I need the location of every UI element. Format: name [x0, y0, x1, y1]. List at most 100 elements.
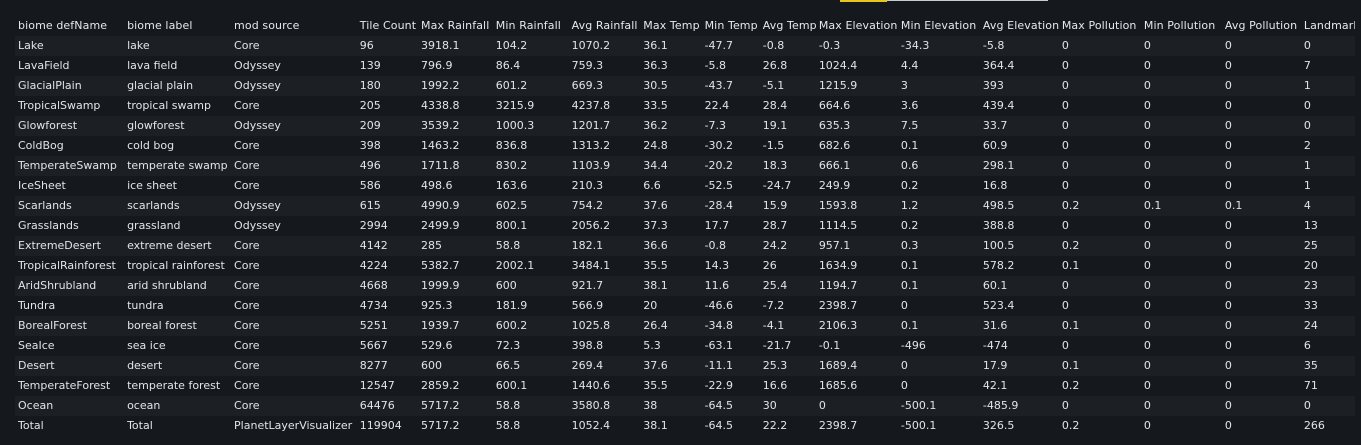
- column-header[interactable]: Landmark Count: [1301, 16, 1355, 36]
- table-cell: 0: [1303, 99, 1311, 112]
- table-cell: 25.3: [762, 359, 788, 372]
- table-cell: 0: [1143, 319, 1151, 332]
- table-cell: -474: [982, 339, 1008, 352]
- column-header[interactable]: Min Rainfall: [493, 16, 569, 36]
- table-cell: 24: [1303, 319, 1318, 332]
- table-cell: 664.6: [818, 99, 851, 112]
- column-header[interactable]: Min Pollution: [1141, 16, 1222, 36]
- table-cell: 1215.9: [818, 79, 858, 92]
- column-header[interactable]: biome label: [124, 16, 231, 36]
- table-cell: 1711.8: [421, 159, 460, 172]
- table-cell: ocean: [127, 399, 161, 412]
- table-cell: 0.1: [900, 139, 919, 152]
- table-cell: temperate swamp: [127, 159, 228, 172]
- table-cell: 298.1: [982, 159, 1015, 172]
- table-cell: scarlands: [127, 199, 180, 212]
- tab-underline: [887, 0, 1048, 1]
- table-cell: 2859.2: [421, 379, 460, 392]
- column-header[interactable]: Avg Temp: [760, 16, 816, 36]
- column-header[interactable]: Avg Pollution: [1222, 16, 1301, 36]
- table-cell: 2056.2: [571, 219, 611, 232]
- table-cell: 72.3: [495, 339, 521, 352]
- table-row: TemperateForest temperate forest Core 12547…: [15, 376, 1355, 396]
- table-cell: 1939.7: [421, 319, 460, 332]
- table-row: Lake lake Core 96 3918.1 104.2 1070.2 36.1 -47.7…: [15, 36, 1355, 56]
- column-header[interactable]: Max Pollution: [1059, 16, 1141, 36]
- table-cell: 269.4: [571, 359, 604, 372]
- table-cell: 615: [359, 199, 381, 212]
- table-cell: Desert: [18, 359, 55, 372]
- table-cell: 5.3: [643, 339, 661, 352]
- header-row: biome defName biome label mod source Til…: [15, 16, 1355, 36]
- table-cell: 0: [1143, 99, 1151, 112]
- table-cell: -7.2: [762, 299, 785, 312]
- column-header[interactable]: Min Elevation: [898, 16, 980, 36]
- table-cell: 0: [1224, 179, 1232, 192]
- table-cell: Core: [234, 399, 260, 412]
- table-cell: glowforest: [127, 119, 185, 132]
- table-cell: -63.1: [704, 339, 734, 352]
- table-cell: 0: [1224, 59, 1232, 72]
- table-cell: 181.9: [495, 299, 528, 312]
- table-cell: -24.7: [762, 179, 792, 192]
- table-cell: 35: [1303, 359, 1318, 372]
- table-cell: 0: [1143, 119, 1151, 132]
- table-cell: cold bog: [127, 139, 175, 152]
- column-header[interactable]: Max Rainfall: [418, 16, 493, 36]
- table-cell: 7: [1303, 59, 1311, 72]
- column-header[interactable]: Tile Count: [357, 16, 418, 36]
- table-row: Glowforest glowforest Odyssey 209 3539.2 1000…: [15, 116, 1355, 136]
- table-cell: Core: [234, 39, 260, 52]
- table-cell: 4734: [359, 299, 388, 312]
- table-cell: 0: [1303, 399, 1311, 412]
- column-header[interactable]: Max Elevation: [816, 16, 898, 36]
- table-cell: 17.9: [982, 359, 1008, 372]
- table-cell: 1000.3: [495, 119, 535, 132]
- table-cell: 19.1: [762, 119, 788, 132]
- table-cell: -47.7: [704, 39, 734, 52]
- table-cell: 0: [1143, 359, 1151, 372]
- table-cell: desert: [127, 359, 163, 372]
- table-cell: 1685.6: [818, 379, 858, 392]
- table-cell: grassland: [127, 219, 181, 232]
- table-cell: 26.4: [643, 319, 668, 332]
- table-cell: 523.4: [982, 299, 1015, 312]
- table-cell: 38.1: [643, 279, 668, 292]
- table-cell: sea ice: [127, 339, 166, 352]
- table-cell: 0: [1224, 419, 1232, 432]
- table-cell: 0: [1303, 39, 1311, 52]
- table-cell: 0: [1224, 279, 1232, 292]
- table-cell: 86.4: [495, 59, 521, 72]
- table-cell: 104.2: [495, 39, 528, 52]
- table-row: Grasslands grassland Odyssey 2994 2499.9 800.…: [15, 216, 1355, 236]
- table-cell: 0.2: [900, 219, 919, 232]
- column-header[interactable]: mod source: [231, 16, 357, 36]
- table-cell: 0: [1224, 299, 1232, 312]
- table-cell: 3539.2: [421, 119, 460, 132]
- table-cell: -5.1: [762, 79, 785, 92]
- column-header[interactable]: biome defName: [15, 16, 124, 36]
- table-cell: 0: [900, 299, 908, 312]
- table-cell: lava field: [127, 59, 178, 72]
- table-cell: 326.5: [982, 419, 1015, 432]
- table-cell: 6.6: [643, 179, 661, 192]
- table-cell: 20: [1303, 259, 1318, 272]
- table-cell: Core: [234, 339, 260, 352]
- table-cell: Lake: [18, 39, 44, 52]
- table-cell: -5.8: [704, 59, 727, 72]
- table-cell: Odyssey: [234, 199, 281, 212]
- column-header[interactable]: Min Temp: [702, 16, 760, 36]
- table-cell: 796.9: [421, 59, 453, 72]
- column-header[interactable]: Avg Elevation: [980, 16, 1059, 36]
- table-cell: 0.1: [1061, 319, 1080, 332]
- table-cell: -0.8: [762, 39, 785, 52]
- table-cell: 600: [495, 279, 517, 292]
- table-cell: 0.2: [1061, 239, 1080, 252]
- table-cell: 0: [1224, 79, 1232, 92]
- table-cell: 0: [1143, 179, 1151, 192]
- table-cell: -500.1: [900, 399, 937, 412]
- table-cell: 2398.7: [818, 419, 858, 432]
- column-header[interactable]: Avg Rainfall: [569, 16, 641, 36]
- table-row: AridShrubland arid shrubland Core 4668 1999.…: [15, 276, 1355, 296]
- column-header[interactable]: Max Temp: [640, 16, 701, 36]
